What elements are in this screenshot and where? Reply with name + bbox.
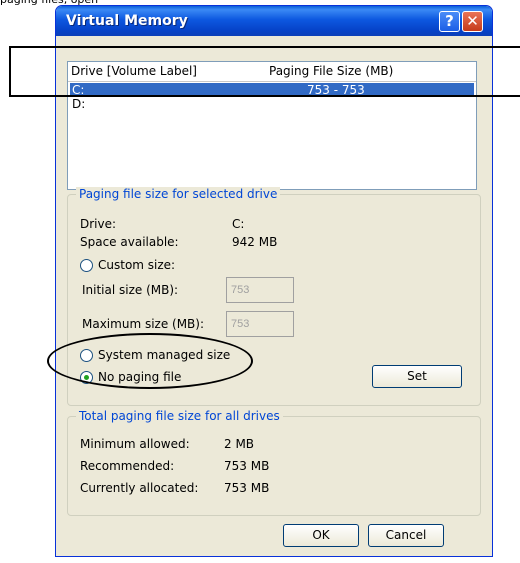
- close-button[interactable]: ✕: [462, 11, 483, 32]
- minimum-allowed-label: Minimum allowed:: [80, 437, 190, 451]
- ok-button[interactable]: OK: [283, 524, 359, 547]
- space-available-label: Space available:: [80, 235, 179, 249]
- no-paging-file-radio[interactable]: No paging file: [80, 370, 210, 386]
- drive-list-header: Drive [Volume Label] Paging File Size (M…: [68, 62, 476, 82]
- initial-size-label: Initial size (MB):: [82, 283, 179, 297]
- drive-letter: C:: [72, 83, 85, 97]
- radio-indicator: [80, 259, 93, 272]
- initial-size-input[interactable]: [226, 277, 294, 303]
- custom-size-radio[interactable]: Custom size:: [80, 258, 230, 274]
- maximum-size-label: Maximum size (MB):: [82, 317, 205, 331]
- currently-allocated-value: 753 MB: [224, 481, 270, 495]
- drive-list[interactable]: Drive [Volume Label] Paging File Size (M…: [67, 61, 477, 190]
- no-paging-file-label: No paging file: [98, 370, 182, 384]
- minimum-allowed-value: 2 MB: [224, 437, 255, 451]
- title-bar[interactable]: Virtual Memory ? ✕: [56, 6, 492, 36]
- space-available-value: 942 MB: [232, 235, 278, 249]
- drive-row-c[interactable]: C: 753 - 753: [70, 83, 474, 97]
- help-button[interactable]: ?: [439, 11, 460, 32]
- drive-label: Drive:: [80, 217, 117, 231]
- drive-paging-size: 753 - 753: [307, 83, 365, 97]
- drive-row-d[interactable]: D:: [70, 97, 474, 111]
- totals-group-label: Total paging file size for all drives: [76, 409, 283, 423]
- radio-indicator: [80, 349, 93, 362]
- totals-group: Total paging file size for all drives Mi…: [67, 409, 481, 516]
- recommended-value: 753 MB: [224, 459, 270, 473]
- drive-value: C:: [232, 217, 245, 231]
- set-button[interactable]: Set: [372, 365, 462, 388]
- column-drive[interactable]: Drive [Volume Label]: [71, 64, 197, 78]
- virtual-memory-dialog: Virtual Memory ? ✕ Drive [Volume Label] …: [55, 5, 493, 557]
- help-icon: ?: [445, 12, 454, 30]
- recommended-label: Recommended:: [80, 459, 175, 473]
- system-managed-label: System managed size: [98, 348, 231, 362]
- custom-size-label: Custom size:: [98, 258, 176, 272]
- selected-drive-group-label: Paging file size for selected drive: [76, 187, 281, 201]
- close-icon: ✕: [466, 12, 479, 30]
- cancel-button[interactable]: Cancel: [368, 524, 444, 547]
- selected-drive-group: Paging file size for selected drive Driv…: [67, 187, 481, 406]
- drive-letter: D:: [72, 97, 86, 111]
- radio-indicator-checked: [80, 371, 93, 384]
- maximum-size-input[interactable]: [226, 311, 294, 337]
- system-managed-radio[interactable]: System managed size: [80, 348, 250, 364]
- dialog-title: Virtual Memory: [66, 13, 188, 29]
- column-paging-size[interactable]: Paging File Size (MB): [269, 64, 393, 78]
- currently-allocated-label: Currently allocated:: [80, 481, 199, 495]
